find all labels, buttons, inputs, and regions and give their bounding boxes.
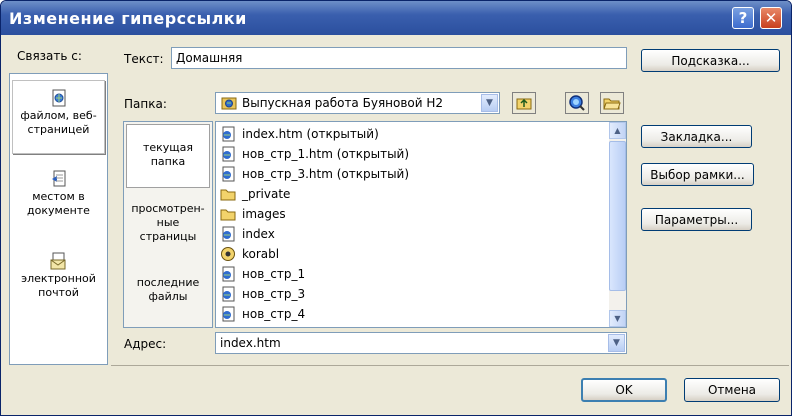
cancel-button[interactable]: Отмена <box>684 378 780 402</box>
list-item[interactable]: нов_стр_1 <box>220 264 305 283</box>
footer-separator <box>111 365 789 366</box>
look-in-panel: текущая папка просмотрен- ные страницы п… <box>123 121 213 328</box>
recent-files-label-1: последние <box>136 276 200 289</box>
link-to-label: Связать с: <box>17 49 82 63</box>
list-item[interactable]: index.htm (открытый) <box>220 124 379 143</box>
email-icon <box>50 252 65 270</box>
scroll-thumb[interactable] <box>609 141 626 291</box>
browsed-pages-label-1: просмотрен- <box>131 202 205 215</box>
list-item[interactable]: _private <box>220 184 290 203</box>
folder-combo[interactable]: Выпускная работа Буяновой Н2 ▼ <box>215 92 500 114</box>
folder-value: Выпускная работа Буяновой Н2 <box>242 96 444 110</box>
file-name: нов_стр_1.htm (открытый) <box>242 146 410 161</box>
address-dropdown-arrow[interactable]: ▼ <box>608 334 625 352</box>
media-file-icon <box>221 246 235 261</box>
folder-icon <box>220 189 236 200</box>
list-item[interactable]: index <box>220 224 275 243</box>
list-item[interactable]: images <box>220 204 286 223</box>
link-to-place-label-2: документе <box>27 204 90 217</box>
recent-files-tab[interactable]: последние файлы <box>126 276 210 312</box>
document-place-icon <box>51 170 65 187</box>
link-to-place-label-1: местом в <box>32 190 85 203</box>
title-bar[interactable]: Изменение гиперссылки ? ✕ <box>1 1 791 35</box>
html-file-icon <box>222 226 235 241</box>
list-item[interactable]: нов_стр_4 <box>220 304 305 323</box>
screen-tip-button[interactable]: Подсказка... <box>641 49 780 72</box>
list-item[interactable]: нов_стр_3 <box>220 284 305 303</box>
current-folder-label-1: текущая <box>142 141 194 154</box>
help-button[interactable]: ? <box>732 7 754 29</box>
up-folder-icon <box>516 98 532 110</box>
link-to-email-label-2: почтой <box>38 286 79 299</box>
bookmark-button[interactable]: Закладка... <box>641 125 752 148</box>
browse-web-button[interactable] <box>565 92 589 114</box>
edit-hyperlink-dialog: Изменение гиперссылки ? ✕ Связать с: фай… <box>0 0 792 416</box>
browsed-pages-label-2: ные <box>156 216 180 229</box>
folder-label: Папка: <box>124 97 167 111</box>
file-list[interactable]: index.htm (открытый) нов_стр_1.htm (откр… <box>215 121 627 328</box>
open-folder-icon <box>603 98 621 110</box>
link-to-file-webpage[interactable]: файлом, веб- страницей <box>12 80 105 154</box>
address-label: Адрес: <box>124 337 167 351</box>
file-name: index.htm (открытый) <box>242 126 379 141</box>
html-file-icon <box>222 286 235 301</box>
folder-dropdown-arrow[interactable]: ▼ <box>481 94 498 112</box>
html-file-icon <box>222 166 235 181</box>
scroll-up-button[interactable]: ▲ <box>609 122 626 139</box>
close-button[interactable]: ✕ <box>760 7 782 29</box>
list-item[interactable]: нов_стр_3.htm (открытый) <box>220 164 409 183</box>
html-file-icon <box>222 306 235 321</box>
display-text-input[interactable]: Домашняя <box>171 47 627 69</box>
globe-page-icon <box>52 89 65 107</box>
html-file-icon <box>222 126 235 141</box>
address-combo[interactable]: index.htm ▼ <box>215 332 627 354</box>
address-value: index.htm <box>220 336 281 350</box>
scroll-down-button[interactable]: ▼ <box>609 310 626 327</box>
html-file-icon <box>222 146 235 161</box>
dialog-title: Изменение гиперссылки <box>9 9 247 28</box>
browse-file-button[interactable] <box>600 92 624 114</box>
html-file-icon <box>222 266 235 281</box>
file-name: нов_стр_3.htm (открытый) <box>242 166 410 181</box>
file-name: images <box>242 206 286 221</box>
link-to-file-label-1: файлом, веб- <box>20 109 97 122</box>
link-to-email[interactable]: электронной почтой <box>12 252 105 312</box>
current-folder-label-2: папка <box>150 155 186 168</box>
recent-files-label-2: файлы <box>148 290 188 303</box>
web-folder-icon <box>221 97 237 110</box>
text-label: Текст: <box>124 52 164 66</box>
browse-web-icon <box>569 95 585 111</box>
folder-icon <box>220 209 236 220</box>
file-name: korabl <box>242 246 280 261</box>
link-to-file-label-2: страницей <box>27 123 90 136</box>
up-folder-button[interactable] <box>512 92 536 114</box>
list-item[interactable]: нов_стр_1.htm (открытый) <box>220 144 409 163</box>
ok-button[interactable]: OK <box>581 378 667 402</box>
file-name: нов_стр_4 <box>242 306 306 321</box>
browsed-pages-tab[interactable]: просмотрен- ные страницы <box>126 202 210 254</box>
file-name: index <box>242 226 275 241</box>
link-to-email-label-1: электронной <box>21 272 96 285</box>
current-folder-tab[interactable]: текущая папка <box>126 124 210 188</box>
target-frame-button[interactable]: Выбор рамки... <box>641 163 754 186</box>
file-name: нов_стр_3 <box>242 286 306 301</box>
file-name: _private <box>242 186 291 201</box>
browsed-pages-label-3: страницы <box>139 230 197 243</box>
list-item[interactable]: korabl <box>220 244 279 263</box>
link-to-place-in-document[interactable]: местом в документе <box>12 170 105 230</box>
file-list-scrollbar[interactable]: ▲ ▼ <box>609 122 626 327</box>
parameters-button[interactable]: Параметры... <box>641 208 752 231</box>
file-name: нов_стр_1 <box>242 266 306 281</box>
link-to-panel: файлом, веб- страницей местом в документ… <box>9 73 108 365</box>
